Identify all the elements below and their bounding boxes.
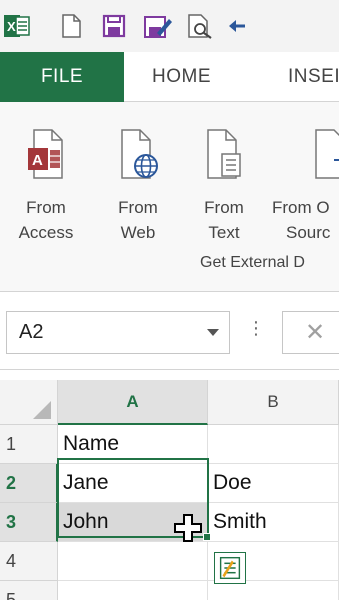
cell-b2[interactable]: Doe [208,464,339,503]
row-header-5[interactable]: 5 [0,581,58,600]
from-access-line2: Access [18,223,74,242]
edit-icon[interactable] [143,13,173,39]
from-text-line1: From [204,198,244,217]
select-all-triangle-icon [33,401,51,419]
cell-b3[interactable]: Smith [208,503,339,542]
column-header-b[interactable]: B [208,380,339,425]
excel-logo-icon[interactable]: X [4,13,30,39]
name-box-dropdown-icon[interactable] [207,329,219,336]
text-file-icon [207,129,241,179]
excel-logo-letter: X [7,19,16,34]
row-header-4[interactable]: 4 [0,542,58,581]
from-other-sources-button[interactable]: From O Sourc [268,110,339,250]
tab-home[interactable]: HOME [152,52,211,102]
access-database-icon: A [28,129,63,179]
cell-select-cursor-icon [174,514,202,542]
from-access-line1: From [26,198,66,217]
formula-bar-grip-icon[interactable]: ⋮ [247,318,265,339]
spreadsheet-grid: A B 1 Name 2 Jane Doe 3 John Smith 4 5 [0,380,339,600]
formula-bar: A2 ⋮ ✕ [0,292,339,370]
from-access-button[interactable]: A From Access [16,110,76,250]
from-web-button[interactable]: From Web [108,110,168,250]
from-other-line2: Sourc [286,223,331,242]
cell-a4[interactable] [58,542,208,581]
undo-icon[interactable] [225,13,255,39]
name-box[interactable]: A2 [6,311,230,354]
cancel-x-icon: ✕ [305,319,326,346]
row-header-3[interactable]: 3 [0,503,58,542]
cell-a1[interactable]: Name [58,425,208,464]
tab-file[interactable]: FILE [0,52,124,102]
column-header-a[interactable]: A [58,380,208,425]
row-header-1[interactable]: 1 [0,425,58,464]
cell-a5[interactable] [58,581,208,600]
select-all-corner[interactable] [0,380,58,425]
from-text-button[interactable]: From Text [194,110,254,250]
ribbon-panel: A From Access From Web From Text From O … [0,102,339,292]
cell-b1[interactable] [208,425,339,464]
quick-analysis-icon[interactable] [214,552,246,584]
from-text-line2: Text [208,223,240,242]
web-globe-icon [121,129,158,179]
get-external-data-group-label: Get External D [200,254,305,271]
row-header-2[interactable]: 2 [0,464,58,503]
from-web-line1: From [118,198,158,217]
other-sources-icon [315,129,339,179]
from-web-line2: Web [120,223,156,242]
quick-access-toolbar: X [0,0,339,52]
svg-text:A: A [32,152,43,169]
formula-cancel-button[interactable]: ✕ [282,311,339,354]
from-other-line1: From O [272,198,330,217]
new-document-icon[interactable] [58,13,84,39]
save-icon[interactable] [101,13,127,39]
cell-a2[interactable]: Jane [58,464,208,503]
tab-insert[interactable]: INSEI [288,52,339,102]
print-preview-icon[interactable] [185,13,215,39]
ribbon-tabs: FILE HOME INSEI [0,52,339,102]
name-box-value: A2 [19,321,44,343]
